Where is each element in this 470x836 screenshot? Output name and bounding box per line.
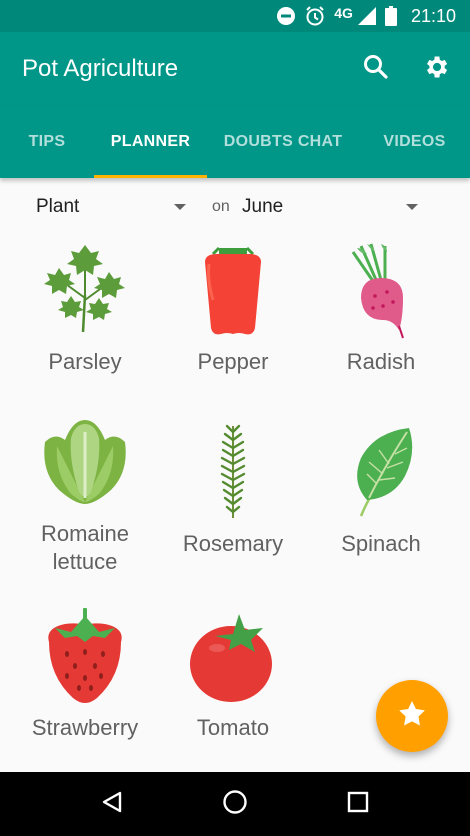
plant-name: Pepper	[197, 349, 269, 374]
plant-item-radish[interactable]: Radish	[303, 240, 459, 376]
tab-planner[interactable]: PLANNER	[94, 106, 207, 178]
tab-doubts-chat[interactable]: DOUBTS CHAT	[207, 106, 359, 178]
plant-item-spinach[interactable]: Spinach	[303, 422, 459, 558]
plant-name: Radish	[346, 349, 416, 374]
plant-name: Strawberry	[31, 715, 139, 740]
tab-label: TIPS	[28, 133, 66, 150]
recents-button[interactable]	[328, 774, 388, 834]
favorites-fab[interactable]	[376, 680, 448, 752]
recents-icon	[347, 791, 369, 818]
plant-dropdown[interactable]: Plant	[36, 196, 192, 218]
plant-name: Parsley	[48, 349, 122, 374]
back-button[interactable]	[82, 774, 142, 834]
settings-button[interactable]	[406, 39, 466, 99]
plant-name: Tomato	[196, 715, 270, 740]
home-button[interactable]	[205, 774, 265, 834]
plant-dropdown-value: Plant	[36, 196, 80, 217]
system-nav-bar	[0, 772, 470, 836]
dropdown-arrow-icon	[406, 204, 418, 210]
on-label: on	[212, 198, 230, 215]
month-dropdown[interactable]: June	[242, 196, 420, 218]
plant-item-pepper[interactable]: Pepper	[155, 240, 311, 376]
month-dropdown-value: June	[242, 196, 284, 217]
plant-item-tomato[interactable]: Tomato	[155, 606, 311, 742]
strawberry-icon	[7, 606, 163, 706]
rosemary-icon	[155, 422, 311, 522]
tomato-icon	[155, 606, 311, 706]
do-not-disturb-icon	[276, 6, 296, 26]
clock: 21:10	[410, 5, 456, 26]
search-button[interactable]	[346, 39, 406, 99]
tab-label: VIDEOS	[383, 133, 446, 150]
plant-item-parsley[interactable]: Parsley	[7, 240, 163, 376]
tab-bar: TIPS PLANNER DOUBTS CHAT VIDEOS	[0, 106, 470, 178]
pepper-icon	[155, 240, 311, 340]
plant-item-romaine-lettuce[interactable]: Romaine lettuce	[7, 412, 163, 576]
star-icon	[395, 697, 429, 736]
alarm-icon	[304, 5, 326, 27]
tab-tips[interactable]: TIPS	[0, 106, 94, 178]
app-bar: Pot Agriculture	[0, 32, 470, 106]
romaine-lettuce-icon	[7, 412, 163, 512]
plant-item-strawberry[interactable]: Strawberry	[7, 606, 163, 742]
plant-name: Rosemary	[182, 531, 284, 556]
tab-label: PLANNER	[110, 133, 191, 150]
app-title: Pot Agriculture	[22, 55, 179, 82]
home-icon	[222, 789, 248, 820]
settings-icon	[422, 53, 450, 86]
plant-item-rosemary[interactable]: Rosemary	[155, 422, 311, 558]
signal-icon	[357, 6, 377, 26]
battery-icon	[384, 6, 397, 26]
search-icon	[363, 54, 389, 85]
radish-icon	[303, 240, 459, 340]
network-type: 4G	[334, 5, 353, 21]
tab-videos[interactable]: VIDEOS	[359, 106, 470, 178]
tab-label: DOUBTS CHAT	[223, 133, 343, 150]
spinach-icon	[303, 422, 459, 522]
dropdown-arrow-icon	[174, 204, 186, 210]
back-icon	[100, 790, 124, 819]
parsley-icon	[7, 240, 163, 340]
plant-name: Spinach	[341, 531, 421, 556]
filter-bar: Plant on June	[0, 178, 470, 236]
status-bar: 4G 21:10	[0, 0, 470, 32]
plant-name: Romaine lettuce	[40, 521, 130, 574]
